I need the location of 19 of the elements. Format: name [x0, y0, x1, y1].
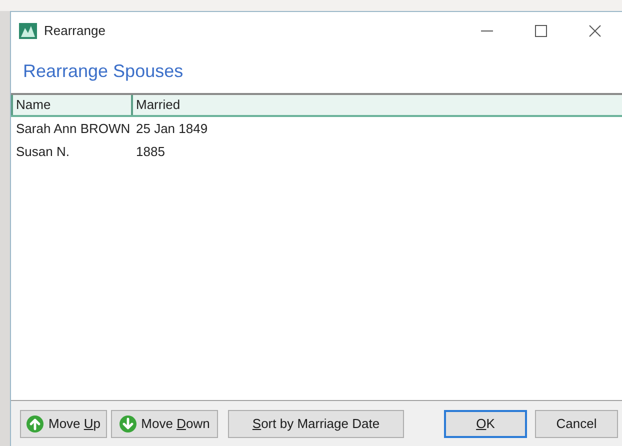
- maximize-icon: [535, 24, 547, 36]
- move-up-button[interactable]: Move Up: [20, 410, 107, 438]
- close-icon: [589, 24, 601, 36]
- table-cell-text: 25 Jan 1849: [135, 120, 208, 138]
- dialog-button[interactable]: OK: [444, 410, 527, 438]
- move-down-button[interactable]: Move Down: [111, 410, 218, 438]
- list-row[interactable]: Susan N. 1885: [11, 140, 622, 163]
- table-cell-text: Sarah Ann BROWN: [15, 120, 132, 138]
- column-header[interactable]: Married: [133, 95, 622, 115]
- table-cell-text: Susan N.: [15, 142, 70, 161]
- table-cell-text: 1885: [135, 142, 165, 161]
- app-icon: [19, 22, 37, 38]
- dialog-button[interactable]: Sort by Marriage Date: [228, 410, 404, 438]
- window-title: Rearrange: [44, 22, 106, 40]
- dialog-button[interactable]: Cancel: [535, 410, 618, 438]
- heading: Rearrange Spouses: [22, 60, 184, 83]
- minimize-icon: [481, 30, 493, 32]
- column-header[interactable]: Name: [11, 95, 133, 115]
- list-row[interactable]: Sarah Ann BROWN 25 Jan 1849: [11, 117, 622, 140]
